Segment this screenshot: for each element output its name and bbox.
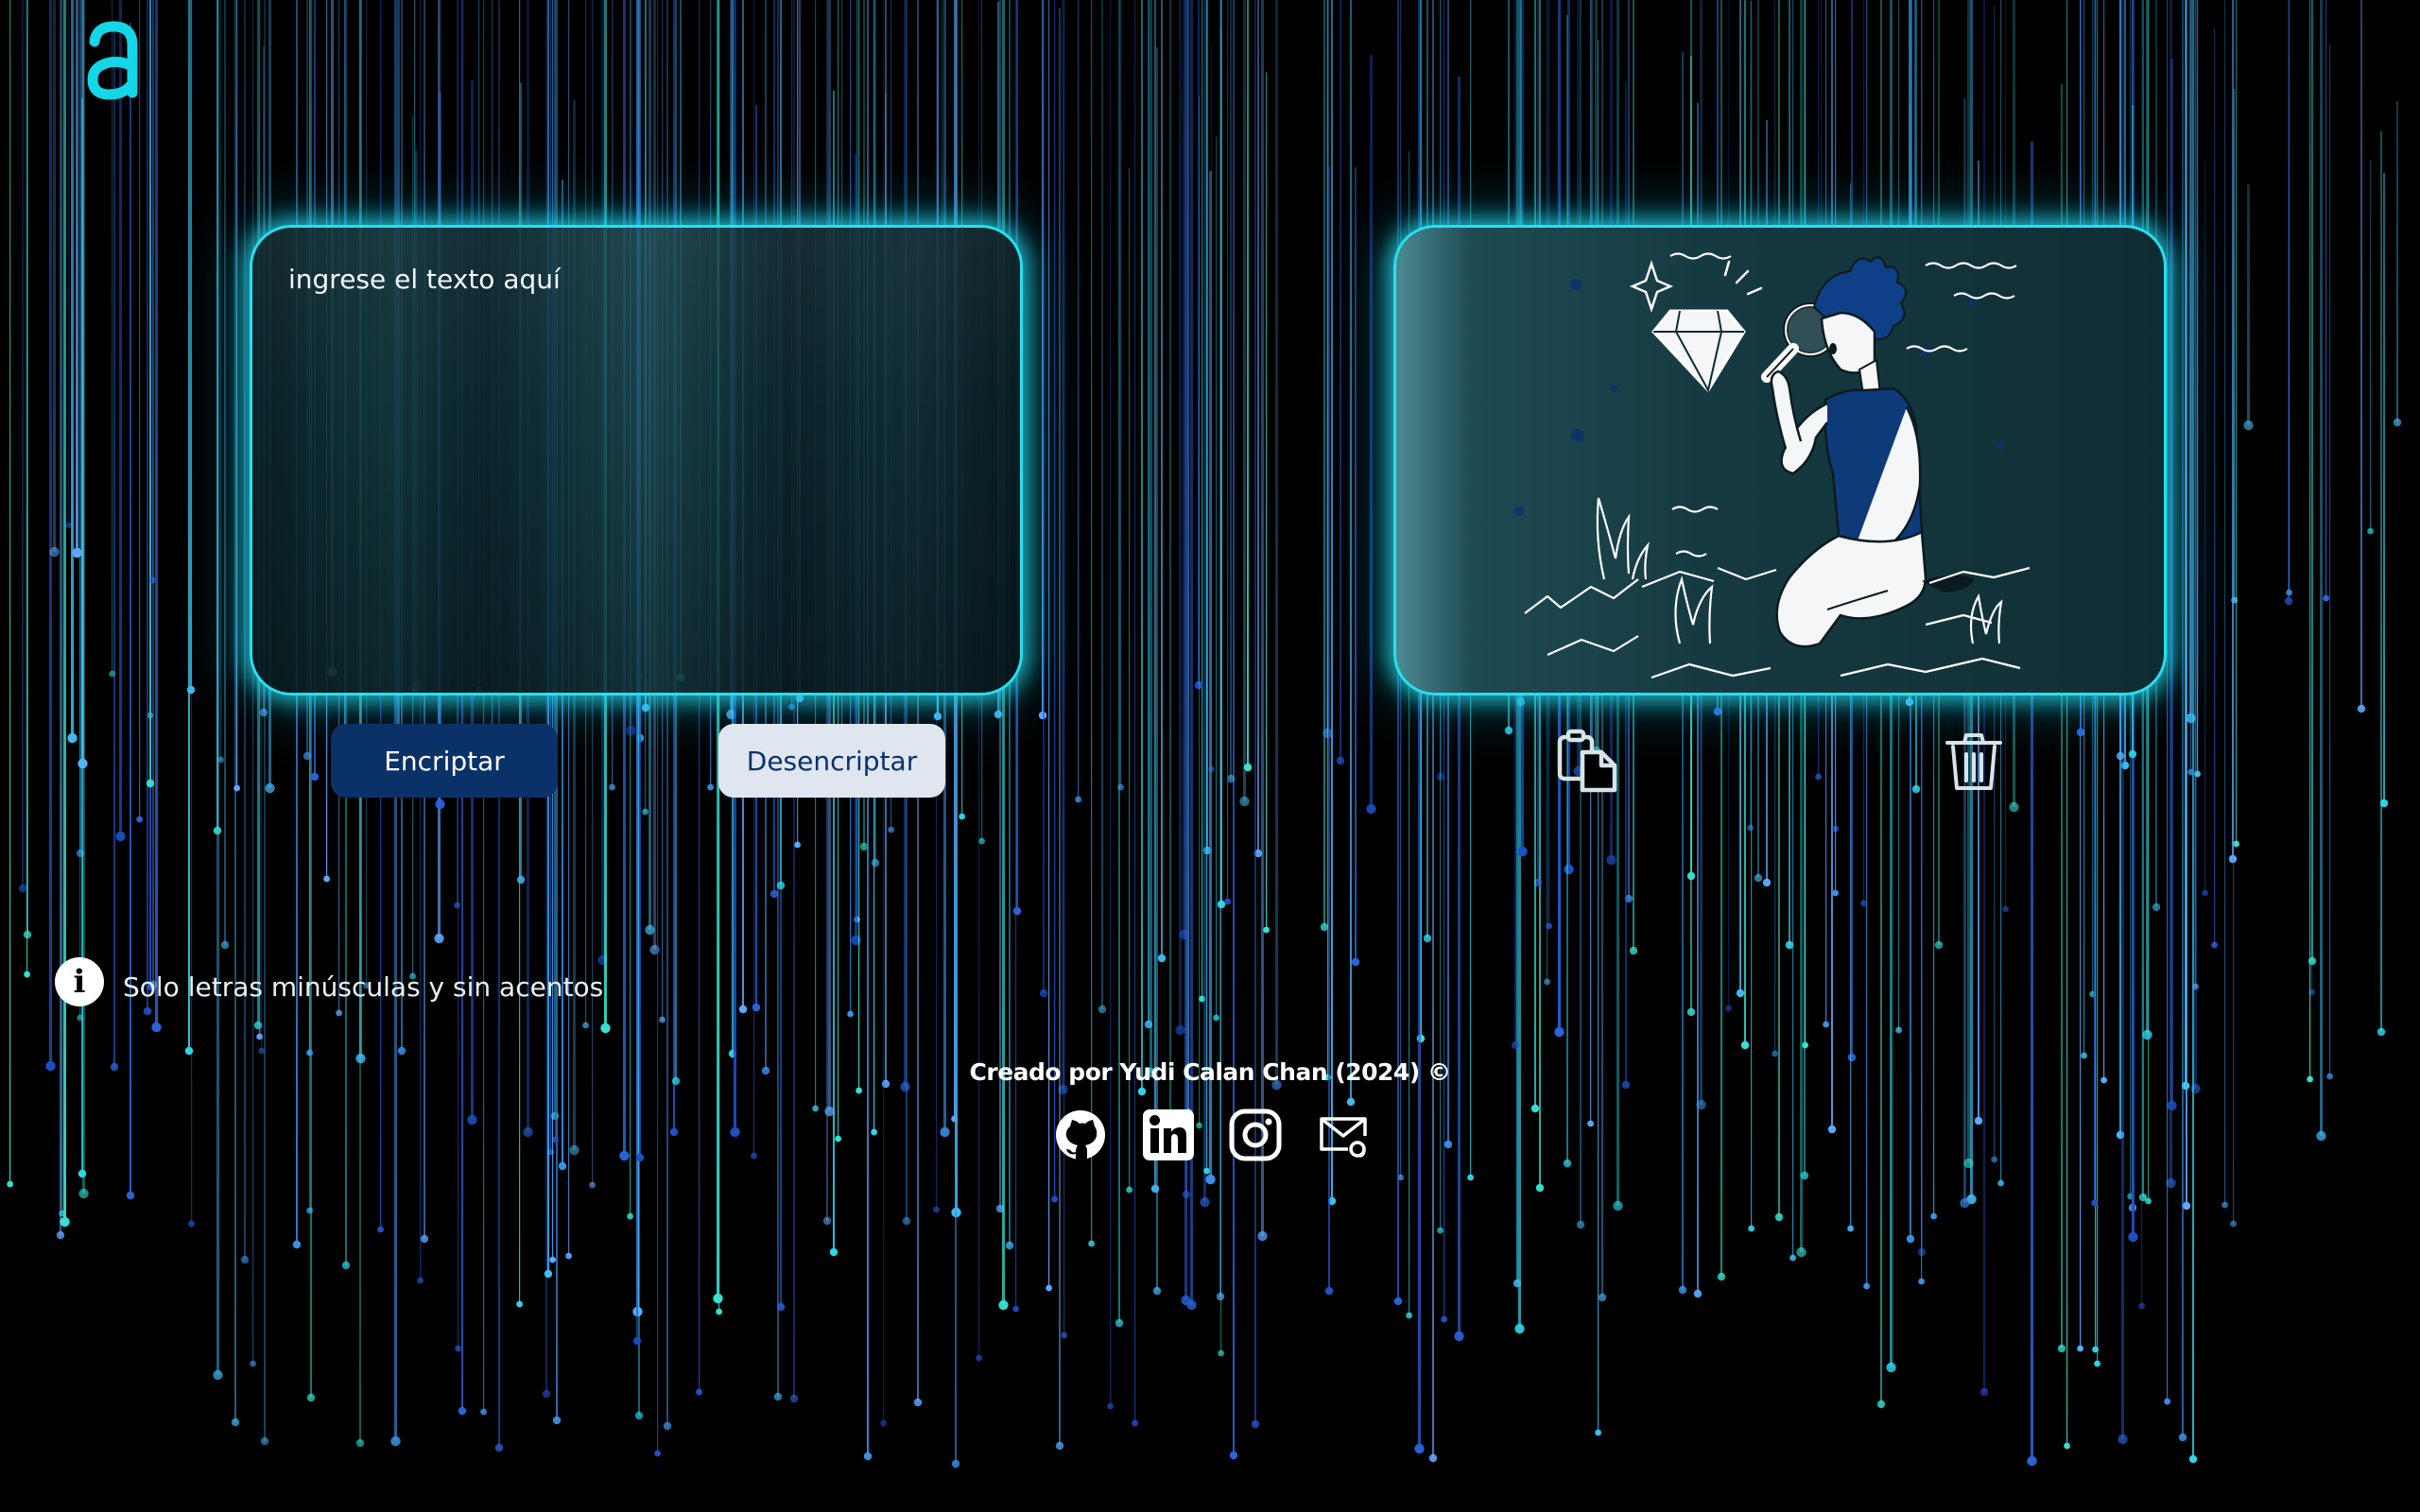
searching-person-illustration [1514,252,2031,679]
instagram-icon[interactable] [1228,1108,1283,1162]
input-panel [250,225,1023,696]
encrypt-button[interactable]: Encriptar [331,724,558,798]
github-icon[interactable] [1053,1108,1108,1162]
info-text: Solo letras minúsculas y sin acentos [123,971,604,1003]
email-icon[interactable] [1316,1108,1371,1162]
app-page: Encriptar Desencriptar i Solo letras min… [0,0,2420,1512]
decrypt-button[interactable]: Desencriptar [718,724,945,798]
output-panel [1393,225,2167,696]
info-icon: i [55,957,104,1006]
info-notice: i Solo letras minúsculas y sin acentos [55,956,603,1007]
social-links [1053,1108,1371,1166]
text-input[interactable] [252,228,1020,693]
clipboard-copy-icon[interactable] [1554,728,1622,796]
trash-icon[interactable] [1940,728,2008,796]
footer-credit: Creado por Yudi Calan Chan (2024) © [969,1058,1451,1086]
logo-a-icon[interactable] [83,13,144,102]
linkedin-icon[interactable] [1141,1108,1196,1162]
